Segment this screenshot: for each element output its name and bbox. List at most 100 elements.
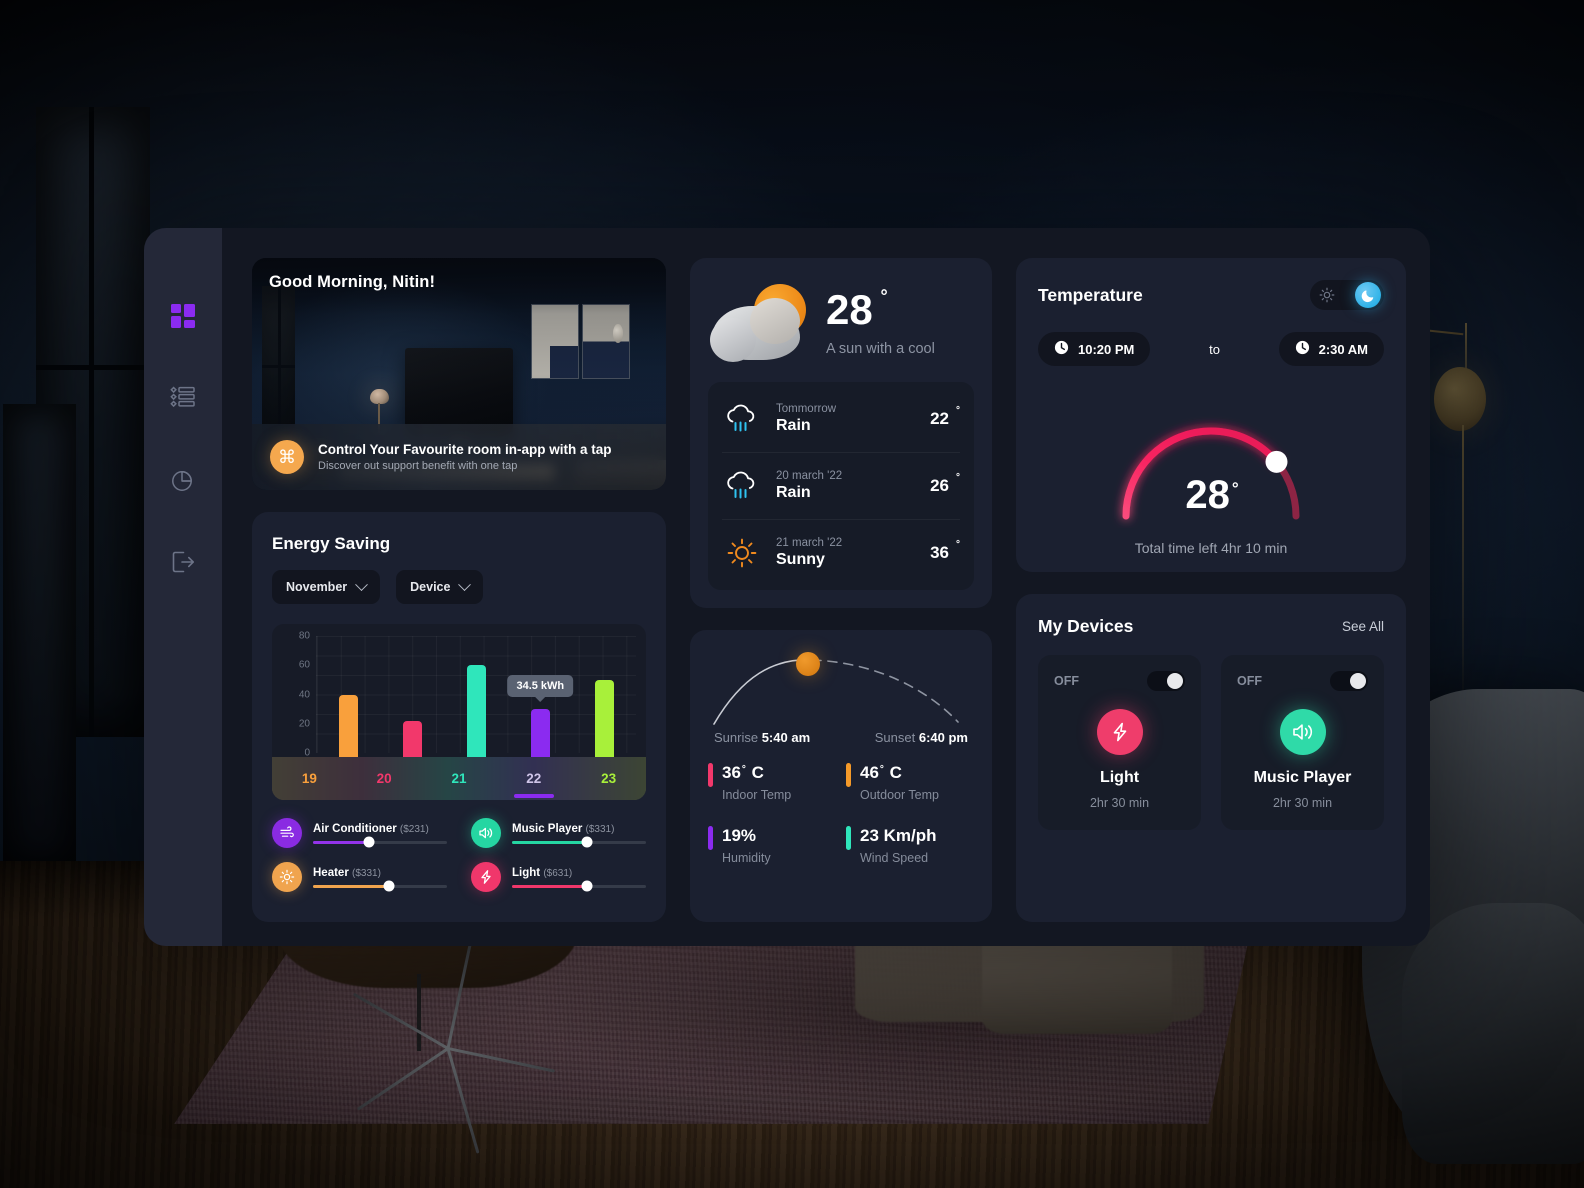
chart-bar[interactable]	[594, 679, 614, 769]
device-slider-track[interactable]	[313, 836, 447, 848]
chart-x-tick-underline	[513, 794, 554, 798]
device-power-toggle[interactable]	[1147, 671, 1185, 691]
temperature-card: Temperature 10:20 PM to 2:30 AM 28 ° Tot…	[1016, 258, 1406, 572]
metric-value: 46° C	[860, 763, 902, 782]
clock-icon	[1295, 340, 1310, 358]
chart-x-tick[interactable]: 22	[496, 771, 571, 798]
forecast-condition: Rain	[776, 417, 811, 434]
sidebar-item-statistics[interactable]	[163, 460, 203, 500]
chart-bar[interactable]	[466, 665, 486, 769]
sidebar-item-logout[interactable]	[163, 542, 203, 582]
column-middle: 28 ° A sun with a cool Tommorrow Rain 22 ° 20…	[690, 258, 992, 922]
start-time-picker[interactable]: 10:20 PM	[1038, 332, 1151, 366]
device-state-label: OFF	[1237, 674, 1262, 688]
weather-forecast-list: Tommorrow Rain 22 ° 20 march '22 Rain 26 ° 21 ma…	[708, 382, 974, 590]
device-slider-body: Music Player ($331)	[512, 823, 646, 848]
device-price: ($231)	[399, 823, 429, 835]
device-slider-track[interactable]	[512, 880, 646, 892]
device-slider-row: Air Conditioner ($231)	[272, 818, 447, 848]
bolt-icon[interactable]	[1096, 709, 1143, 755]
forecast-row[interactable]: Tommorrow Rain 22 °	[722, 386, 960, 452]
month-filter-dropdown[interactable]: November	[272, 570, 381, 604]
greeting-text: Good Morning, Nitin!	[269, 273, 436, 291]
degree-symbol: °	[880, 286, 888, 306]
metric-value: 36° C	[722, 763, 764, 782]
device-filter-dropdown[interactable]: Device	[396, 570, 484, 604]
sun-times: Sunrise 5:40 am Sunset 6:40 pm	[708, 730, 974, 745]
end-time-picker[interactable]: 2:30 AM	[1278, 332, 1384, 366]
device-filter-label: Device	[410, 580, 451, 594]
forecast-condition: Rain	[776, 484, 811, 501]
forecast-temperature: 36 °	[930, 539, 960, 562]
dashboard-main: Good Morning, Nitin! ⌘ Control Your Favo…	[222, 228, 1430, 946]
metric-value: 19%	[722, 826, 757, 845]
bolt-icon	[471, 862, 501, 892]
forecast-row[interactable]: 21 march '22 Sunny 36 °	[722, 519, 960, 586]
speaker-icon[interactable]	[1279, 709, 1326, 755]
device-tile[interactable]: OFF Music Player 2hr 30 min	[1221, 655, 1384, 830]
device-price: ($331)	[585, 823, 615, 835]
rain-cloud-icon	[722, 402, 762, 436]
metric-label: Humidity	[722, 851, 771, 865]
device-slider-knob[interactable]	[363, 836, 375, 848]
logout-icon	[170, 549, 196, 575]
device-slider-label: Heater ($331)	[313, 867, 447, 879]
background-chair-base	[329, 940, 567, 1154]
device-slider-track[interactable]	[512, 836, 646, 848]
my-devices-title: My Devices	[1038, 616, 1134, 636]
device-slider-row: Heater ($331)	[272, 862, 447, 892]
sunset-label: Sunset	[874, 730, 916, 745]
time-range-separator: to	[1209, 341, 1220, 357]
air-conditioner-icon	[272, 818, 302, 848]
device-slider-knob[interactable]	[581, 836, 593, 848]
device-tile-header: OFF	[1054, 671, 1185, 691]
metric-color-bar	[708, 763, 713, 787]
see-all-link[interactable]: See All	[1342, 619, 1384, 634]
temperature-gauge[interactable]: 28 °	[1038, 378, 1384, 528]
environment-metrics: 36° C Indoor Temp 46° C Outdoor Temp 19% Humi…	[708, 763, 974, 865]
device-tile[interactable]: OFF Light 2hr 30 min	[1038, 655, 1201, 830]
hero-promo-banner[interactable]: ⌘ Control Your Favourite room in-app wit…	[252, 424, 666, 490]
sun-behind-cloud-icon	[708, 280, 818, 366]
forecast-temperature: 26 °	[930, 472, 960, 495]
day-night-toggle[interactable]	[1310, 280, 1384, 310]
gauge-caption: Total time left 4hr 10 min	[1134, 540, 1288, 556]
device-slider-knob[interactable]	[581, 880, 593, 892]
chart-x-tick[interactable]: 19	[272, 771, 347, 786]
forecast-row[interactable]: 20 march '22 Rain 26 °	[722, 452, 960, 519]
chart-x-tick[interactable]: 20	[347, 771, 422, 786]
month-filter-label: November	[286, 580, 348, 594]
forecast-temperature: 22 °	[930, 405, 960, 428]
device-slider-knob[interactable]	[383, 880, 395, 892]
device-slider-label: Music Player ($331)	[512, 823, 646, 835]
metric-value: 23 Km/ph	[860, 826, 937, 845]
device-slider-label: Light ($631)	[512, 867, 646, 879]
weather-current: 28 ° A sun with a cool	[708, 280, 974, 366]
device-slider-fill	[313, 840, 370, 844]
sun-icon[interactable]	[1313, 287, 1341, 303]
sun-icon	[722, 536, 762, 570]
degree-symbol: °	[741, 764, 746, 775]
metric-color-bar	[846, 763, 851, 787]
degree-symbol: °	[956, 405, 960, 416]
chart-x-tick[interactable]: 23	[571, 771, 646, 786]
sidebar-item-devices-list[interactable]	[163, 378, 203, 418]
forecast-day: Tommorrow	[776, 403, 837, 415]
grid-dashboard-icon	[170, 303, 196, 329]
sunrise-sunset-card: Sunrise 5:40 am Sunset 6:40 pm 36° C Indo…	[690, 630, 992, 922]
chevron-down-icon	[458, 577, 472, 591]
forecast-text: 21 march '22 Sunny	[776, 537, 916, 569]
metric-color-bar	[846, 826, 851, 850]
device-power-toggle[interactable]	[1330, 671, 1368, 691]
device-slider-track[interactable]	[313, 880, 447, 892]
device-slider-row: Light ($631)	[471, 862, 646, 892]
device-tile-name: Music Player	[1253, 769, 1352, 786]
chart-y-tick: 20	[298, 718, 310, 730]
sidebar-item-dashboard[interactable]	[163, 296, 203, 336]
sun-position-marker	[795, 652, 820, 676]
sun-path-arc	[708, 648, 974, 730]
chart-x-tick[interactable]: 21	[422, 771, 497, 786]
degree-symbol: °	[1231, 479, 1239, 498]
moon-icon[interactable]	[1355, 282, 1381, 308]
column-left: Good Morning, Nitin! ⌘ Control Your Favo…	[252, 258, 666, 922]
